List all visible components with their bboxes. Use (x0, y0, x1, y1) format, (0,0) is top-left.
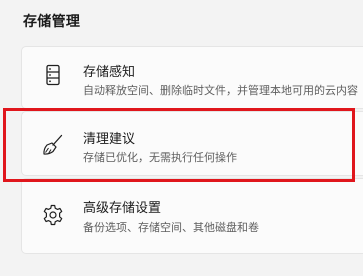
storage-sense-title: 存储感知 (83, 65, 136, 80)
cleanup-recommendations-card[interactable]: 清理建议 存储已优化，无需执行任何操作 (21, 111, 363, 176)
section-title: 存储管理 (23, 14, 81, 30)
storage-sense-card[interactable]: 存储感知 自动释放空间、删除临时文件，并管理本地可用的云内容 (21, 46, 363, 109)
storage-drive-icon (46, 64, 60, 86)
gear-icon (43, 204, 63, 226)
cleanup-recommendations-title: 清理建议 (83, 132, 136, 147)
advanced-storage-settings-subtitle: 备份选项、存储空间、其他磁盘和卷 (83, 221, 259, 234)
cleanup-recommendations-subtitle: 存储已优化，无需执行任何操作 (83, 151, 237, 164)
storage-sense-subtitle: 自动释放空间、删除临时文件，并管理本地可用的云内容 (83, 84, 358, 97)
broom-icon (43, 134, 63, 155)
advanced-storage-settings-card[interactable]: 高级存储设置 备份选项、存储空间、其他磁盘和卷 (21, 178, 363, 254)
advanced-storage-settings-title: 高级存储设置 (83, 201, 162, 216)
